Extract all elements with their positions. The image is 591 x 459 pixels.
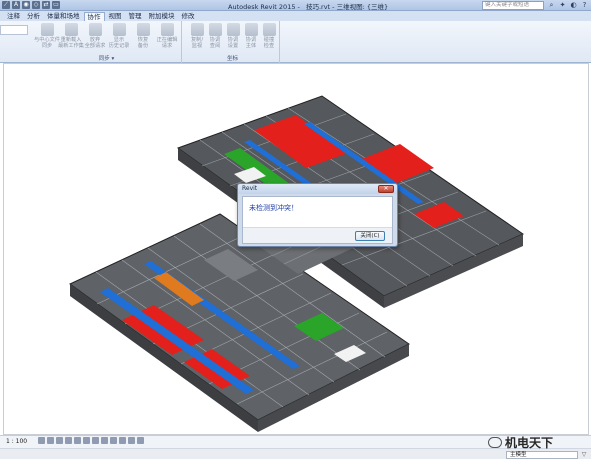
search-input[interactable]: 键入关键字或短语 [482, 1, 544, 10]
sync-central-button[interactable]: 与中心文件 同步 [34, 23, 60, 49]
dialog-titlebar[interactable]: Revit ✕ [238, 184, 397, 194]
analytical-model-icon[interactable] [137, 437, 144, 444]
coordinate-group-label: 坐标 [226, 56, 238, 62]
host-icon [244, 23, 258, 36]
quick-access-toolbar: ⟋ A ◉ ◇ ⇄ ▭ [2, 1, 60, 10]
wechat-icon [488, 437, 502, 448]
hide-isolate-icon[interactable] [110, 437, 117, 444]
worksets-dropdown[interactable] [0, 25, 28, 35]
interference-icon [262, 23, 276, 36]
shadows-icon[interactable] [65, 437, 72, 444]
watermark-text: 机电天下 [505, 436, 554, 450]
crop-icon[interactable] [83, 437, 90, 444]
text-icon[interactable]: A [12, 1, 20, 9]
building-model [69, 95, 525, 432]
view-control-bar [38, 437, 144, 444]
tab-massing[interactable]: 体量和场地 [44, 12, 83, 21]
window-title: Autodesk Revit 2015 - 技巧.rvt - 三维视图: {三维… [228, 1, 388, 11]
window-icon[interactable]: ▭ [52, 1, 60, 9]
title-bar: ⟋ A ◉ ◇ ⇄ ▭ Autodesk Revit 2015 - 技巧.rvt… [0, 0, 591, 11]
section-icon[interactable]: ◇ [32, 1, 40, 9]
backup-icon [136, 23, 150, 36]
history-icon [112, 23, 126, 36]
tab-addins[interactable]: 附加模块 [146, 12, 178, 21]
sync-icon[interactable]: ⇄ [42, 1, 50, 9]
sync-group-label[interactable]: 同步 ▾ [32, 54, 181, 62]
tab-collaborate[interactable]: 协作 [83, 12, 105, 21]
editing-requests-button[interactable]: 正在编辑 请求 [156, 23, 178, 49]
search-placeholder: 键入关键字或短语 [485, 2, 530, 8]
file-title: 技巧.rvt - 三维视图: {三维} [305, 3, 389, 11]
reload-icon [64, 23, 78, 36]
worksharing-display-icon[interactable] [128, 437, 135, 444]
settings-icon [226, 23, 240, 36]
history-button[interactable]: 显示 历史记录 [108, 23, 130, 49]
sync-group: 与中心文件 同步 重新载入 最新工作集 放弃 全部请求 显示 历史记录 恢复 备… [32, 21, 182, 63]
lock-view-icon[interactable] [101, 437, 108, 444]
interference-check-button[interactable]: 碰撞 检查 [258, 23, 280, 49]
filter-icon[interactable]: ▽ [580, 451, 588, 459]
coordinate-group: 复制/ 监视 协调 查阅 协调 设置 协调 主体 碰撞 检查 坐标 [186, 21, 280, 63]
restore-backup-button[interactable]: 恢复 备份 [132, 23, 154, 49]
detail-level-icon[interactable] [38, 437, 45, 444]
cart-icon[interactable]: ✦ [558, 1, 567, 10]
status-bar-lower: 机电天下 主模型 ▽ [0, 436, 591, 459]
measure-icon[interactable]: ⟋ [2, 1, 10, 9]
ribbon-tabs: 注释 分析 体量和场地 协作 视图 管理 附加模块 修改 [0, 11, 591, 21]
app-title: Autodesk Revit 2015 - [228, 3, 300, 11]
dialog-message: 未检测到冲突！ [249, 204, 298, 212]
reload-latest-button[interactable]: 重新载入 最新工作集 [58, 23, 84, 49]
show-crop-icon[interactable] [92, 437, 99, 444]
close-icon[interactable]: ✕ [378, 185, 394, 193]
relinquish-icon [88, 23, 102, 36]
help-icon[interactable]: ? [580, 1, 589, 10]
3d-viewport[interactable]: Revit ✕ 未检测到冲突！ 关闭(C) [3, 63, 589, 435]
tab-analyze[interactable]: 分析 [24, 12, 43, 21]
watermark: 机电天下 [488, 434, 553, 451]
tab-modify[interactable]: 修改 [179, 12, 198, 21]
reveal-hidden-icon[interactable] [119, 437, 126, 444]
copy-monitor-icon [190, 23, 204, 36]
visual-style-icon[interactable] [47, 437, 54, 444]
request-icon [160, 23, 174, 36]
tab-view[interactable]: 视图 [106, 12, 125, 21]
ribbon: 与中心文件 同步 重新载入 最新工作集 放弃 全部请求 显示 历史记录 恢复 备… [0, 21, 591, 63]
status-bar: 1 : 100 机电天下 主模型 ▽ [0, 435, 591, 459]
revit-dialog: Revit ✕ 未检测到冲突！ 关闭(C) [237, 183, 398, 247]
dialog-title: Revit [242, 185, 258, 192]
view-scale[interactable]: 1 : 100 [6, 438, 27, 445]
dialog-body: 未检测到冲突！ 关闭(C) [242, 196, 393, 244]
dialog-close-button[interactable]: 关闭(C) [355, 231, 385, 241]
search-icon[interactable]: ⌕ [547, 1, 556, 10]
sun-path-icon[interactable] [56, 437, 63, 444]
dialog-footer: 关闭(C) [243, 227, 392, 243]
tab-manage[interactable]: 管理 [126, 12, 145, 21]
relinquish-button[interactable]: 放弃 全部请求 [84, 23, 106, 49]
view-icon[interactable]: ◉ [22, 1, 30, 9]
model-selector[interactable]: 主模型 [506, 451, 578, 459]
revit-window: ⟋ A ◉ ◇ ⇄ ▭ Autodesk Revit 2015 - 技巧.rvt… [0, 0, 591, 459]
user-icon[interactable]: ◐ [569, 1, 578, 10]
tab-annotate[interactable]: 注释 [4, 12, 23, 21]
sync-icon [40, 23, 54, 36]
review-icon [208, 23, 222, 36]
render-icon[interactable] [74, 437, 81, 444]
